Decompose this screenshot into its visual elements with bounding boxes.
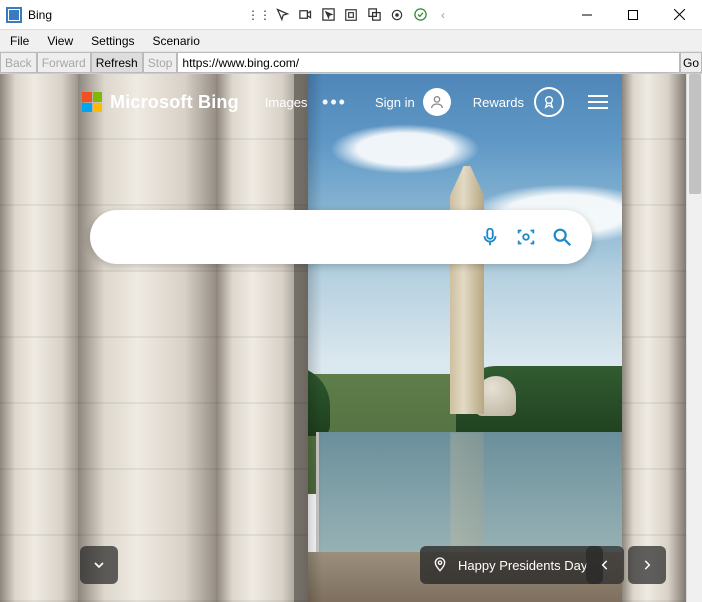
page-header: Microsoft Bing Images ••• Sign in Reward… [82,88,608,116]
image-search-icon[interactable] [510,221,542,253]
window-controls [564,0,702,30]
more-menu-icon[interactable]: ••• [322,92,347,113]
minimize-button[interactable] [564,0,610,30]
expand-button[interactable] [80,546,118,584]
hamburger-menu-icon[interactable] [588,95,608,109]
chevron-left-icon[interactable]: ‹ [432,4,454,26]
close-button[interactable] [656,0,702,30]
column [78,74,226,602]
signin-label: Sign in [375,95,415,110]
bing-homepage: Microsoft Bing Images ••• Sign in Reward… [0,74,686,602]
record-icon[interactable] [294,4,316,26]
microsoft-logo-icon [82,92,102,112]
stop-button[interactable]: Stop [143,52,178,73]
forward-button[interactable]: Forward [37,52,91,73]
rewards-link[interactable]: Rewards [473,95,524,110]
menu-settings[interactable]: Settings [83,32,142,50]
washington-monument [450,166,484,414]
brand-text: Microsoft Bing [110,92,239,113]
toolbar-center: ⋮⋮ ‹ [248,4,454,26]
back-button[interactable]: Back [0,52,37,73]
cursor-select-icon[interactable] [271,4,293,26]
menubar: File View Settings Scenario [0,30,702,52]
image-caption: Happy Presidents Day [458,558,587,573]
overlap-icon[interactable] [363,4,385,26]
search-input[interactable] [112,229,470,246]
maximize-button[interactable] [610,0,656,30]
menu-file[interactable]: File [2,32,37,50]
nav-images[interactable]: Images [265,95,308,110]
rewards-medal-icon[interactable] [534,87,564,117]
signin-link[interactable]: Sign in [375,88,451,116]
pointer-icon[interactable] [317,4,339,26]
vertical-scrollbar[interactable] [686,74,702,602]
target-icon[interactable] [386,4,408,26]
user-icon [423,88,451,116]
search-icon[interactable] [546,221,578,253]
search-bar [90,210,592,264]
menu-scenario[interactable]: Scenario [145,32,208,50]
bing-logo[interactable]: Microsoft Bing [82,92,239,113]
menu-view[interactable]: View [39,32,81,50]
next-image-button[interactable] [628,546,666,584]
browser-viewport: Microsoft Bing Images ••• Sign in Reward… [0,74,702,602]
go-button[interactable]: Go [680,52,702,73]
prev-image-button[interactable] [586,546,624,584]
refresh-button[interactable]: Refresh [91,52,143,73]
grip-icon: ⋮⋮ [248,4,270,26]
scrollbar-thumb[interactable] [689,74,701,194]
address-bar[interactable] [177,52,680,73]
hero-background [0,74,686,602]
app-icon [6,7,22,23]
microphone-icon[interactable] [474,221,506,253]
titlebar: Bing ⋮⋮ ‹ [0,0,702,30]
square-icon[interactable] [340,4,362,26]
image-info-pill[interactable]: Happy Presidents Day [420,546,603,584]
column [622,74,686,602]
window-title: Bing [28,8,52,22]
check-icon[interactable] [409,4,431,26]
browser-navbar: Back Forward Refresh Stop Go [0,52,702,74]
location-pin-icon [432,556,448,575]
column [0,74,86,602]
